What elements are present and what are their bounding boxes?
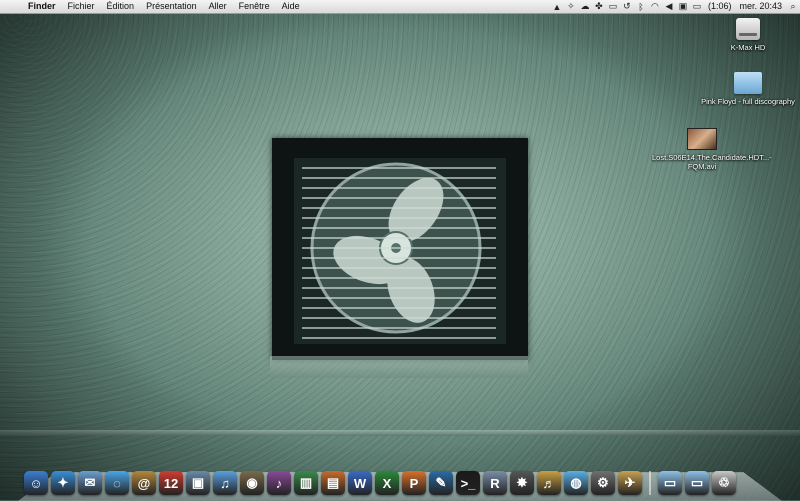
desktop-icon-hard-drive[interactable]: K-Max HD xyxy=(698,18,798,52)
display-icon[interactable]: ▭ xyxy=(606,0,620,13)
itunes-icon[interactable]: ♫ xyxy=(213,471,237,495)
volume-icon[interactable]: ◀ xyxy=(662,0,676,13)
menu-app-finder[interactable]: Finder xyxy=(22,0,62,13)
powerpoint-icon[interactable]: P xyxy=(402,471,426,495)
menu-presentation[interactable]: Présentation xyxy=(140,0,203,13)
movie-file-icon xyxy=(687,128,717,150)
wallpaper-vignette xyxy=(0,0,800,500)
menu-fichier[interactable]: Fichier xyxy=(62,0,101,13)
transmission-icon[interactable]: ✈ xyxy=(618,471,642,495)
excel-icon[interactable]: X xyxy=(375,471,399,495)
input-menu-icon[interactable]: ▣ xyxy=(676,0,690,13)
word-icon[interactable]: W xyxy=(348,471,372,495)
desktop-icon-label: Pink Floyd - full discography xyxy=(701,97,795,106)
dock: ☺ ✦ ✉ ◌ @12 ▣ ♫ ◉ ♪ ▥ ▤ W X P ✎ >_ R ✸ ♬ ◍ ⚙ ✈ ▭ ▭ ♲ xyxy=(24,461,784,495)
dock-separator xyxy=(649,471,651,495)
timemachine-icon[interactable]: ↺ xyxy=(620,0,634,13)
menu-bar: Finder Fichier Édition Présentation Alle… xyxy=(0,0,800,14)
bird-icon[interactable]: ✧ xyxy=(564,0,578,13)
battery-icon[interactable]: ▭ xyxy=(690,0,704,13)
cloud-icon[interactable]: ☁ xyxy=(578,0,592,13)
folder-icon xyxy=(734,72,762,94)
inkscape-icon[interactable]: ✸ xyxy=(510,471,534,495)
adium-icon[interactable]: ◍ xyxy=(564,471,588,495)
iphoto-icon[interactable]: ▣ xyxy=(186,471,210,495)
guitar-icon[interactable]: ♪ xyxy=(267,471,291,495)
bluetooth-icon[interactable]: ᛒ xyxy=(634,0,648,13)
numbers-icon[interactable]: ▥ xyxy=(294,471,318,495)
address-book-icon[interactable]: @ xyxy=(132,471,156,495)
r-icon[interactable]: R xyxy=(483,471,507,495)
desktop-icon-movie-file[interactable]: Lost.S06E14.The.Candidate.HDT...-FQM.avi xyxy=(652,128,772,171)
xcode-icon[interactable]: ✎ xyxy=(429,471,453,495)
wifi-icon[interactable]: ◠ xyxy=(648,0,662,13)
hat-icon[interactable]: ▲ xyxy=(550,0,564,13)
spotlight-icon[interactable]: ⌕ xyxy=(786,0,800,13)
garageband-icon[interactable]: ♬ xyxy=(537,471,561,495)
aperture-icon[interactable]: ◉ xyxy=(240,471,264,495)
menu-clock[interactable]: mer. 20:43 xyxy=(735,0,786,13)
mail-icon[interactable]: ✉ xyxy=(78,471,102,495)
applications-stack-icon[interactable]: ▭ xyxy=(658,471,682,495)
system-preferences-icon[interactable]: ⚙ xyxy=(591,471,615,495)
hard-drive-icon xyxy=(736,18,760,40)
status-area: ▲ ✧ ☁ ✤ ▭ ↺ ᛒ ◠ ◀ ▣ ▭ (1:06) mer. 20:43 … xyxy=(550,0,800,13)
safari-icon[interactable]: ✦ xyxy=(51,471,75,495)
keynote-icon[interactable]: ▤ xyxy=(321,471,345,495)
terminal-icon[interactable]: >_ xyxy=(456,471,480,495)
paw-icon[interactable]: ✤ xyxy=(592,0,606,13)
trash-icon[interactable]: ♲ xyxy=(712,471,736,495)
menu-aller[interactable]: Aller xyxy=(203,0,233,13)
battery-time[interactable]: (1:06) xyxy=(704,0,736,13)
menu-edition[interactable]: Édition xyxy=(101,0,141,13)
downloads-stack-icon[interactable]: ▭ xyxy=(685,471,709,495)
desktop-icon-label: K-Max HD xyxy=(730,43,766,52)
desktop-icon-folder[interactable]: Pink Floyd - full discography xyxy=(698,72,798,106)
finder-icon[interactable]: ☺ xyxy=(24,471,48,495)
ichat-icon[interactable]: ◌ xyxy=(105,471,129,495)
menu-aide[interactable]: Aide xyxy=(276,0,306,13)
menu-fenetre[interactable]: Fenêtre xyxy=(233,0,276,13)
desktop-icon-label: Lost.S06E14.The.Candidate.HDT...-FQM.avi xyxy=(652,153,772,171)
ical-icon[interactable]: 12 xyxy=(159,471,183,495)
